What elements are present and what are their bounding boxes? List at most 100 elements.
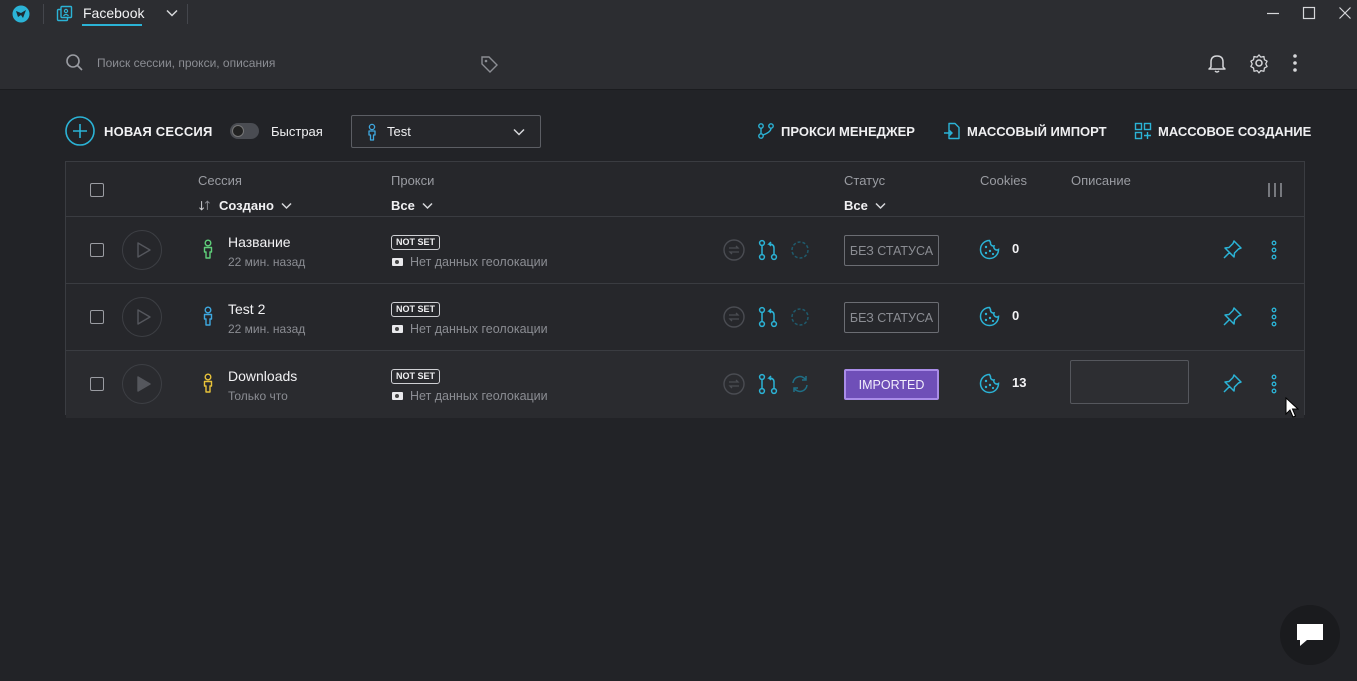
columns-icon[interactable]	[1266, 181, 1284, 199]
sort-created-label: Создано	[219, 198, 274, 213]
status-filter-label: Все	[844, 198, 868, 213]
status-badge[interactable]: БЕЗ СТАТУСА	[844, 302, 939, 333]
divider	[43, 4, 44, 24]
status-text: БЕЗ СТАТУСА	[849, 310, 934, 325]
session-created: 22 мин. назад	[228, 322, 306, 336]
proxy-badge: NOT SET	[391, 369, 441, 384]
bell-icon[interactable]	[1206, 52, 1228, 74]
profile-name: Facebook	[83, 5, 145, 21]
row-checkbox[interactable]	[90, 377, 104, 391]
cookie-icon	[979, 306, 1000, 327]
table-row[interactable]: Название 22 мин. назад NOT SET Нет данны…	[66, 217, 1304, 284]
profile-tab[interactable]: Facebook	[53, 0, 189, 27]
toggle-knob	[232, 125, 244, 137]
proxy-manager-button[interactable]: ПРОКСИ МЕНЕДЖЕР	[757, 122, 915, 140]
new-session-button[interactable]: НОВАЯ СЕССИЯ	[65, 115, 213, 147]
row-menu-icon[interactable]	[1266, 239, 1282, 261]
maximize-icon[interactable]	[1301, 5, 1317, 21]
proxy-branch-icon	[758, 123, 774, 139]
header-session: Сессия	[198, 173, 242, 188]
mass-import-button[interactable]: МАССОВЫЙ ИМПОРТ	[943, 122, 1107, 140]
swap-icon[interactable]	[723, 239, 745, 261]
proxy-filter-label: Все	[391, 198, 415, 213]
search-input[interactable]	[97, 53, 467, 73]
chat-button[interactable]	[1280, 605, 1340, 665]
status-badge[interactable]: БЕЗ СТАТУСА	[844, 235, 939, 266]
person-icon	[203, 239, 213, 259]
refresh-icon[interactable]	[789, 239, 811, 261]
start-session-button[interactable]	[122, 364, 162, 404]
person-icon	[203, 373, 213, 393]
mouse-cursor-icon	[1285, 397, 1299, 418]
geo-info: Нет данных геолокации	[392, 255, 548, 269]
proxy-branch-icon[interactable]	[757, 373, 779, 395]
geo-text: Нет данных геолокации	[410, 389, 548, 403]
row-checkbox[interactable]	[90, 310, 104, 324]
swap-icon[interactable]	[723, 306, 745, 328]
header-proxy: Прокси	[391, 173, 435, 188]
chevron-down-icon	[513, 128, 525, 136]
refresh-icon[interactable]	[789, 306, 811, 328]
import-icon	[944, 122, 960, 140]
profile-select[interactable]: Test	[351, 115, 541, 148]
chevron-down-icon[interactable]	[165, 6, 179, 20]
active-tab-underline	[82, 24, 142, 26]
person-icon	[368, 123, 376, 141]
start-session-button[interactable]	[122, 297, 162, 337]
proxy-manager-label: ПРОКСИ МЕНЕДЖЕР	[781, 123, 915, 139]
play-icon	[137, 309, 151, 325]
pin-icon[interactable]	[1221, 239, 1243, 261]
table-row[interactable]: Test 2 22 мин. назад NOT SET Нет данных …	[66, 284, 1304, 351]
session-name: Downloads	[228, 368, 298, 384]
select-all-checkbox[interactable]	[90, 183, 104, 197]
actions-bar: НОВАЯ СЕССИЯ Быстрая Test ПРОКСИ МЕНЕДЖЕ…	[0, 90, 1357, 162]
header-cookies: Cookies	[980, 173, 1027, 188]
person-icon	[203, 306, 213, 326]
session-name: Test 2	[228, 301, 266, 317]
status-text: IMPORTED	[858, 377, 925, 392]
cookie-icon	[979, 239, 1000, 260]
app-logo-icon	[12, 5, 30, 23]
geo-text: Нет данных геолокации	[410, 255, 548, 269]
fast-toggle[interactable]	[230, 123, 259, 139]
sort-created-button[interactable]: Создано	[198, 198, 293, 213]
geo-info: Нет данных геолокации	[392, 389, 548, 403]
sort-icon	[199, 200, 210, 211]
mass-create-button[interactable]: МАССОВОЕ СОЗДАНИЕ	[1134, 122, 1311, 140]
flag-icon	[392, 258, 403, 266]
row-menu-icon[interactable]	[1266, 306, 1282, 328]
proxy-branch-icon[interactable]	[757, 239, 779, 261]
table-row[interactable]: Downloads Только что NOT SET Нет данных …	[66, 351, 1304, 418]
minimize-icon[interactable]	[1265, 5, 1281, 21]
flag-icon	[392, 392, 403, 400]
play-icon	[137, 242, 151, 258]
status-badge[interactable]: IMPORTED	[844, 369, 939, 400]
close-icon[interactable]	[1337, 5, 1353, 21]
flag-icon	[392, 325, 403, 333]
pin-icon[interactable]	[1221, 306, 1243, 328]
status-text: БЕЗ СТАТУСА	[849, 243, 934, 258]
tag-icon[interactable]	[480, 55, 499, 74]
row-checkbox[interactable]	[90, 243, 104, 257]
profile-folder-icon	[56, 5, 73, 22]
proxy-branch-icon[interactable]	[757, 306, 779, 328]
table-header: Сессия Создано Прокси Все Статус Все Coo…	[66, 162, 1304, 217]
swap-icon[interactable]	[723, 373, 745, 395]
session-created: 22 мин. назад	[228, 255, 306, 269]
row-menu-icon[interactable]	[1266, 373, 1282, 395]
gear-icon[interactable]	[1248, 52, 1270, 74]
status-filter-button[interactable]: Все	[844, 198, 887, 213]
start-session-button[interactable]	[122, 230, 162, 270]
chat-icon	[1297, 624, 1323, 646]
profile-select-value: Test	[387, 124, 411, 139]
more-options-icon[interactable]	[1284, 52, 1306, 74]
divider	[187, 4, 188, 24]
proxy-filter-button[interactable]: Все	[391, 198, 434, 213]
title-bar: Facebook	[0, 0, 1357, 27]
header-status: Статус	[844, 173, 886, 188]
chevron-down-icon	[875, 202, 886, 210]
geo-text: Нет данных геолокации	[410, 322, 548, 336]
description-input[interactable]	[1070, 360, 1189, 404]
pin-icon[interactable]	[1221, 373, 1243, 395]
refresh-icon[interactable]	[789, 373, 811, 395]
